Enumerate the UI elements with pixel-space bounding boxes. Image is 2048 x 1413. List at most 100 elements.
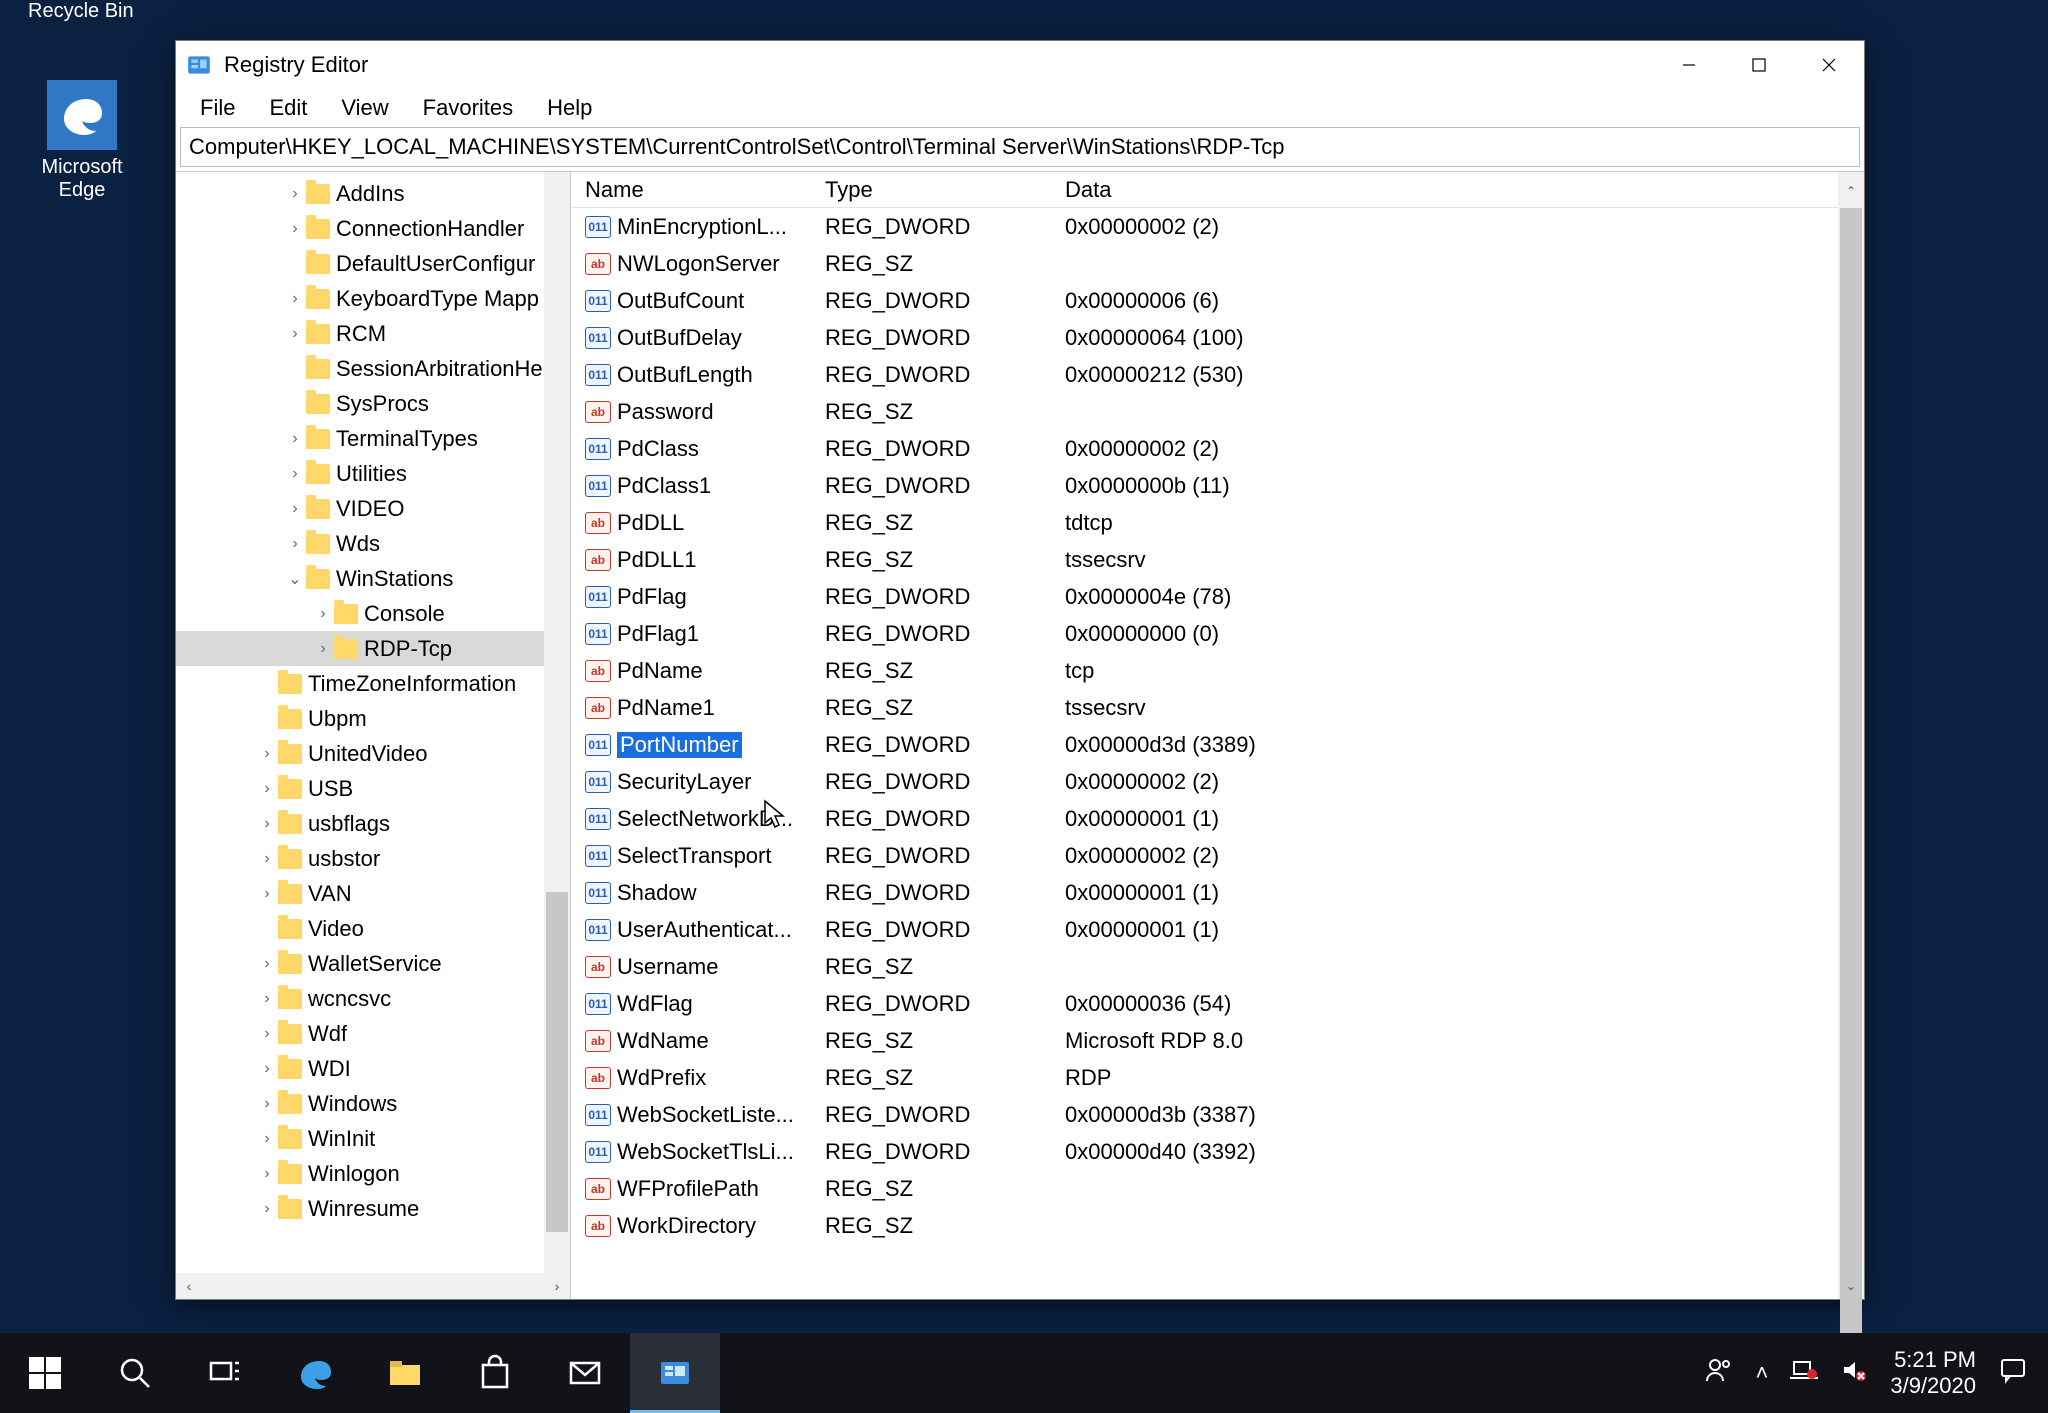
expand-icon[interactable]: › bbox=[256, 1200, 278, 1218]
value-row[interactable]: 011PdClassREG_DWORD0x00000002 (2) bbox=[585, 430, 1864, 467]
tree-item[interactable]: ›WalletService bbox=[176, 946, 570, 981]
menu-edit[interactable]: Edit bbox=[255, 91, 321, 125]
value-row[interactable]: 011SelectTransportREG_DWORD0x00000002 (2… bbox=[585, 837, 1864, 874]
value-row[interactable]: 011OutBufLengthREG_DWORD0x00000212 (530) bbox=[585, 356, 1864, 393]
tree-item[interactable]: ›RCM bbox=[176, 316, 570, 351]
tree-item[interactable]: ›RDP-Tcp bbox=[176, 631, 570, 666]
taskbar-mail-button[interactable] bbox=[540, 1333, 630, 1413]
expand-icon[interactable]: › bbox=[256, 850, 278, 868]
task-view-button[interactable] bbox=[180, 1333, 270, 1413]
taskbar-edge-button[interactable] bbox=[270, 1333, 360, 1413]
tree-item[interactable]: ›WinInit bbox=[176, 1121, 570, 1156]
address-bar[interactable]: Computer\HKEY_LOCAL_MACHINE\SYSTEM\Curre… bbox=[180, 127, 1860, 167]
expand-icon[interactable]: › bbox=[256, 745, 278, 763]
tree-item[interactable]: ›usbstor bbox=[176, 841, 570, 876]
expand-icon[interactable]: › bbox=[256, 885, 278, 903]
desktop-icon-microsoft-edge[interactable]: Microsoft Edge bbox=[22, 80, 142, 202]
expand-icon[interactable]: › bbox=[256, 1060, 278, 1078]
tree-item[interactable]: ›VAN bbox=[176, 876, 570, 911]
taskbar-store-button[interactable] bbox=[450, 1333, 540, 1413]
tree-item[interactable]: SysProcs bbox=[176, 386, 570, 421]
value-row[interactable]: abPdDLL1REG_SZtssecsrv bbox=[585, 541, 1864, 578]
tree-item[interactable]: Video bbox=[176, 911, 570, 946]
value-row[interactable]: 011UserAuthenticat...REG_DWORD0x00000001… bbox=[585, 911, 1864, 948]
value-row[interactable]: 011OutBufDelayREG_DWORD0x00000064 (100) bbox=[585, 319, 1864, 356]
value-row[interactable]: abWdPrefixREG_SZRDP bbox=[585, 1059, 1864, 1096]
list-scrollbar-vertical[interactable]: ⌃ ⌄ bbox=[1838, 172, 1864, 1299]
value-row[interactable]: 011SecurityLayerREG_DWORD0x00000002 (2) bbox=[585, 763, 1864, 800]
expand-icon[interactable]: › bbox=[284, 500, 306, 518]
value-row[interactable]: 011WebSocketListe...REG_DWORD0x00000d3b … bbox=[585, 1096, 1864, 1133]
menu-help[interactable]: Help bbox=[533, 91, 606, 125]
value-row[interactable]: abWdNameREG_SZMicrosoft RDP 8.0 bbox=[585, 1022, 1864, 1059]
scroll-right-arrow-icon[interactable]: › bbox=[544, 1273, 570, 1299]
network-icon[interactable] bbox=[1790, 1356, 1818, 1390]
tree-scrollbar-horizontal[interactable]: ‹ › bbox=[176, 1273, 570, 1299]
expand-icon[interactable]: › bbox=[256, 815, 278, 833]
expand-icon[interactable]: › bbox=[284, 185, 306, 203]
titlebar[interactable]: Registry Editor bbox=[176, 41, 1864, 89]
expand-icon[interactable]: › bbox=[284, 535, 306, 553]
tree-item[interactable]: DefaultUserConfigur bbox=[176, 246, 570, 281]
tree-scrollbar-vertical[interactable] bbox=[544, 172, 570, 1273]
tree-item[interactable]: Ubpm bbox=[176, 701, 570, 736]
value-row[interactable]: 011ShadowREG_DWORD0x00000001 (1) bbox=[585, 874, 1864, 911]
column-header-name[interactable]: Name bbox=[585, 177, 825, 203]
expand-icon[interactable]: › bbox=[256, 1025, 278, 1043]
value-row[interactable]: abPdName1REG_SZtssecsrv bbox=[585, 689, 1864, 726]
tree-item[interactable]: ›VIDEO bbox=[176, 491, 570, 526]
value-row[interactable]: abWFProfilePathREG_SZ bbox=[585, 1170, 1864, 1207]
expand-icon[interactable]: › bbox=[256, 1130, 278, 1148]
minimize-button[interactable] bbox=[1654, 41, 1724, 89]
value-row[interactable]: 011WdFlagREG_DWORD0x00000036 (54) bbox=[585, 985, 1864, 1022]
menu-file[interactable]: File bbox=[186, 91, 249, 125]
tree-item[interactable]: TimeZoneInformation bbox=[176, 666, 570, 701]
value-row[interactable]: abPdDLLREG_SZtdtcp bbox=[585, 504, 1864, 541]
value-row[interactable]: 011MinEncryptionL...REG_DWORD0x00000002 … bbox=[585, 208, 1864, 245]
tree-item[interactable]: ›Utilities bbox=[176, 456, 570, 491]
registry-tree[interactable]: ›AddIns›ConnectionHandlerDefaultUserConf… bbox=[176, 172, 570, 1273]
value-row[interactable]: 011PortNumberREG_DWORD0x00000d3d (3389) bbox=[585, 726, 1864, 763]
desktop-icon-recycle-bin-label[interactable]: Recycle Bin bbox=[28, 0, 134, 23]
maximize-button[interactable] bbox=[1724, 41, 1794, 89]
expand-icon[interactable]: › bbox=[284, 465, 306, 483]
menu-view[interactable]: View bbox=[327, 91, 402, 125]
tree-item[interactable]: ›Wdf bbox=[176, 1016, 570, 1051]
tree-item[interactable]: ›Windows bbox=[176, 1086, 570, 1121]
expand-icon[interactable]: › bbox=[284, 430, 306, 448]
scrollbar-thumb[interactable] bbox=[1840, 208, 1862, 1348]
tree-item[interactable]: SessionArbitrationHe bbox=[176, 351, 570, 386]
value-row[interactable]: 011SelectNetworkD...REG_DWORD0x00000001 … bbox=[585, 800, 1864, 837]
start-button[interactable] bbox=[0, 1333, 90, 1413]
tree-item[interactable]: ›TerminalTypes bbox=[176, 421, 570, 456]
value-row[interactable]: abNWLogonServerREG_SZ bbox=[585, 245, 1864, 282]
expand-icon[interactable]: › bbox=[256, 780, 278, 798]
volume-icon[interactable] bbox=[1840, 1356, 1868, 1390]
tree-item[interactable]: ›UnitedVideo bbox=[176, 736, 570, 771]
column-header-type[interactable]: Type bbox=[825, 177, 1065, 203]
expand-icon[interactable]: › bbox=[256, 955, 278, 973]
column-header-data[interactable]: Data bbox=[1065, 177, 1864, 203]
value-row[interactable]: 011PdFlagREG_DWORD0x0000004e (78) bbox=[585, 578, 1864, 615]
value-row[interactable]: 011PdFlag1REG_DWORD0x00000000 (0) bbox=[585, 615, 1864, 652]
scroll-up-arrow-icon[interactable]: ⌃ bbox=[1838, 178, 1864, 204]
people-icon[interactable] bbox=[1704, 1355, 1734, 1391]
tray-chevron-up-icon[interactable]: ˄ bbox=[1756, 1360, 1769, 1386]
value-list[interactable]: 011MinEncryptionL...REG_DWORD0x00000002 … bbox=[571, 208, 1864, 1299]
taskbar-regedit-button[interactable] bbox=[630, 1333, 720, 1413]
expand-icon[interactable]: › bbox=[312, 605, 334, 623]
tree-item[interactable]: ›AddIns bbox=[176, 176, 570, 211]
expand-icon[interactable]: › bbox=[284, 290, 306, 308]
expand-icon[interactable]: › bbox=[256, 990, 278, 1008]
value-row[interactable]: abPdNameREG_SZtcp bbox=[585, 652, 1864, 689]
tree-item[interactable]: ›wcncsvc bbox=[176, 981, 570, 1016]
taskbar-clock[interactable]: 5:21 PM 3/9/2020 bbox=[1890, 1347, 1976, 1400]
value-row[interactable]: abWorkDirectoryREG_SZ bbox=[585, 1207, 1864, 1244]
scrollbar-thumb[interactable] bbox=[546, 892, 568, 1232]
expand-icon[interactable]: › bbox=[312, 640, 334, 658]
expand-icon[interactable]: › bbox=[284, 220, 306, 238]
search-button[interactable] bbox=[90, 1333, 180, 1413]
expand-icon[interactable]: › bbox=[256, 1165, 278, 1183]
expand-icon[interactable]: › bbox=[284, 325, 306, 343]
tree-item[interactable]: ›ConnectionHandler bbox=[176, 211, 570, 246]
